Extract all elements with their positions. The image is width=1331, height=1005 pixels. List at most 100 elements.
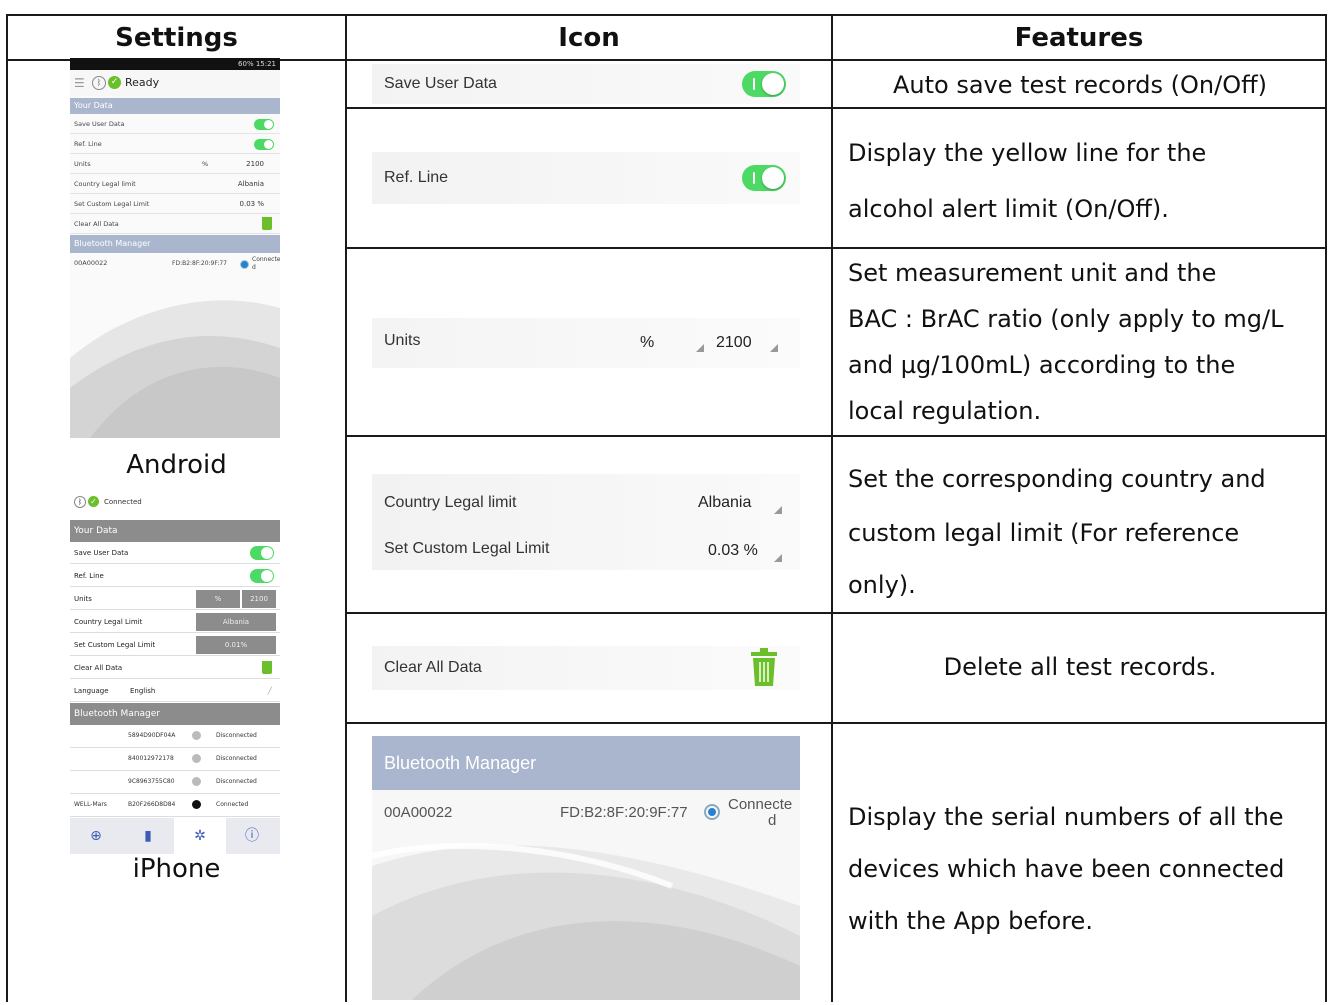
row-divider [345, 612, 1327, 614]
save-toggle[interactable] [250, 546, 274, 560]
table-border-top [6, 14, 1327, 16]
icon-bluetooth-manager: Bluetooth Manager 00A00022 FD:B2:8F:20:9… [372, 736, 800, 1000]
app-status: Ready [125, 76, 160, 89]
feature-country-1: Set the corresponding country and [848, 465, 1266, 493]
row-label: Save User Data [74, 120, 125, 128]
row-label: Language [74, 687, 109, 695]
units-value: % [202, 160, 209, 168]
iphone-screenshot: ᛒ ✓ Connected Your Data Save User Data R… [70, 484, 280, 854]
feature-ref-line-1: Display the yellow line for the [848, 139, 1207, 167]
feature-country-2: custom legal limit (For reference [848, 519, 1240, 547]
row-country[interactable]: Country Legal Limit Albania [70, 611, 280, 633]
row-label: Country Legal limit [74, 180, 136, 188]
caption-android: Android [126, 450, 227, 480]
bt-device-row[interactable]: 840012972178 Disconnected [70, 748, 280, 771]
row-label: Save User Data [74, 549, 129, 557]
bt-device-row[interactable]: WELL-Mars B20F266D8D84 Connected [70, 794, 280, 817]
device-id: 840012972178 [128, 755, 174, 762]
header-features: Features [1014, 23, 1144, 53]
status-bar: 60% 15:21 [70, 58, 280, 70]
row-units[interactable]: Units% 2100 [70, 155, 280, 174]
row-label: Save User Data [384, 75, 497, 92]
feature-units-2: BAC : BrAC ratio (only apply to mg/L [848, 305, 1284, 333]
device-mac: FD:B2:8F:20:9F:77 [172, 260, 227, 267]
bt-device-row[interactable]: 00A00022 FD:B2:8F:20:9F:77 Connecte d [372, 790, 800, 834]
header-settings: Settings [115, 23, 238, 53]
custom-value[interactable]: 0.03 % [708, 542, 758, 560]
radio-icon[interactable] [240, 260, 249, 269]
trash-icon[interactable] [262, 217, 272, 230]
icon-ref-line: Ref. Line [372, 152, 800, 204]
row-clear-data[interactable]: Clear All Data [70, 657, 280, 679]
dropdown-arrow-icon[interactable] [774, 554, 782, 562]
trash-icon[interactable] [750, 648, 778, 688]
save-toggle[interactable] [254, 119, 274, 130]
feature-units-4: local regulation. [848, 397, 1042, 425]
row-label: Set Custom Legal Limit [74, 200, 150, 208]
section-your-data: Your Data [70, 520, 280, 542]
device-id: 00A00022 [384, 804, 453, 821]
dropdown-arrow-icon[interactable] [774, 506, 782, 514]
device-status: Disconnected [216, 755, 257, 762]
toggle-switch-icon[interactable] [742, 165, 786, 191]
bt-device-row[interactable]: 5894D90DF04A Disconnected [70, 725, 280, 748]
ratio-value[interactable]: 2100 [716, 334, 752, 352]
country-value: Albania [237, 180, 264, 188]
device-id: 00A00022 [74, 259, 108, 267]
ratio-value[interactable]: 2100 [242, 590, 276, 608]
country-value[interactable]: Albania [698, 494, 751, 512]
dropdown-arrow-icon[interactable] [696, 344, 704, 352]
radio-selected-icon[interactable] [704, 804, 720, 820]
custom-value: 0.03 % [239, 200, 264, 208]
settings-table: Settings Icon Features 60% 15:21 ☰ ᛒ ✓ R… [0, 0, 1331, 1005]
row-label: Ref. Line [384, 169, 449, 186]
tab-info-icon[interactable]: ⓘ [226, 818, 278, 854]
row-ref-line[interactable]: Ref. Line [70, 565, 280, 587]
row-ref-line[interactable]: Ref. Line [70, 135, 280, 154]
section-bluetooth: Bluetooth Manager [70, 703, 280, 725]
menu-icon[interactable]: ☰ [74, 70, 85, 96]
header-icon: Icon [558, 23, 620, 53]
row-language[interactable]: Language English ╱ [70, 680, 280, 702]
bt-device-row[interactable]: 9C8963755C80 Disconnected [70, 771, 280, 794]
row-save-user-data[interactable]: Save User Data [70, 115, 280, 134]
custom-value[interactable]: 0.01% [196, 636, 276, 654]
row-save-user-data[interactable]: Save User Data [70, 542, 280, 564]
tab-globe-icon[interactable]: ⊕ [70, 818, 122, 854]
connection-status: Connected [104, 498, 142, 506]
ref-toggle[interactable] [254, 139, 274, 150]
toggle-switch-icon[interactable] [742, 71, 786, 97]
ref-toggle[interactable] [250, 569, 274, 583]
device-status-wrap: d [768, 812, 777, 829]
row-divider [345, 247, 1327, 249]
android-screenshot: 60% 15:21 ☰ ᛒ ✓ Ready Your Data Save Use… [70, 58, 280, 438]
tab-settings-icon[interactable]: ✲ [174, 818, 226, 854]
feature-ref-line-2: alcohol alert limit (On/Off). [848, 195, 1169, 223]
device-name: WELL-Mars [74, 801, 107, 808]
units-value[interactable]: % [196, 590, 240, 608]
row-custom-limit[interactable]: Set Custom Legal Limit 0.03 % [70, 195, 280, 214]
row-units[interactable]: Units% 2100 [70, 588, 280, 610]
row-divider [345, 435, 1327, 437]
row-clear-data[interactable]: Clear All Data [70, 215, 280, 234]
country-value[interactable]: Albania [196, 613, 276, 631]
dropdown-arrow-icon[interactable] [770, 344, 778, 352]
row-country[interactable]: Country Legal limit Albania [70, 175, 280, 194]
icon-clear-all-data: Clear All Data [372, 646, 800, 690]
icon-country-limit: Country Legal limit Albania Set Custom L… [372, 474, 800, 570]
feature-bluetooth-3: with the App before. [848, 907, 1093, 935]
units-value[interactable]: % [640, 334, 654, 352]
bt-device-row[interactable]: 00A00022 FD:B2:8F:20:9F:77 Connecte d [70, 254, 280, 273]
tab-chart-icon[interactable]: ▮ [122, 818, 174, 854]
device-status: Disconnected [216, 778, 257, 785]
row-custom-limit[interactable]: Set Custom Legal Limit 0.01% [70, 634, 280, 656]
device-status: Connected [216, 801, 249, 808]
tab-bar: ⊕ ▮ ✲ ⓘ [70, 818, 280, 854]
trash-icon[interactable] [262, 661, 272, 674]
feature-country-3: only). [848, 571, 916, 599]
language-value: English [130, 687, 156, 695]
row-label: Ref. Line [74, 140, 102, 148]
device-id: B20F266D8D84 [128, 801, 176, 808]
bluetooth-icon: ᛒ [92, 76, 106, 90]
feature-units-1: Set measurement unit and the [848, 259, 1217, 287]
